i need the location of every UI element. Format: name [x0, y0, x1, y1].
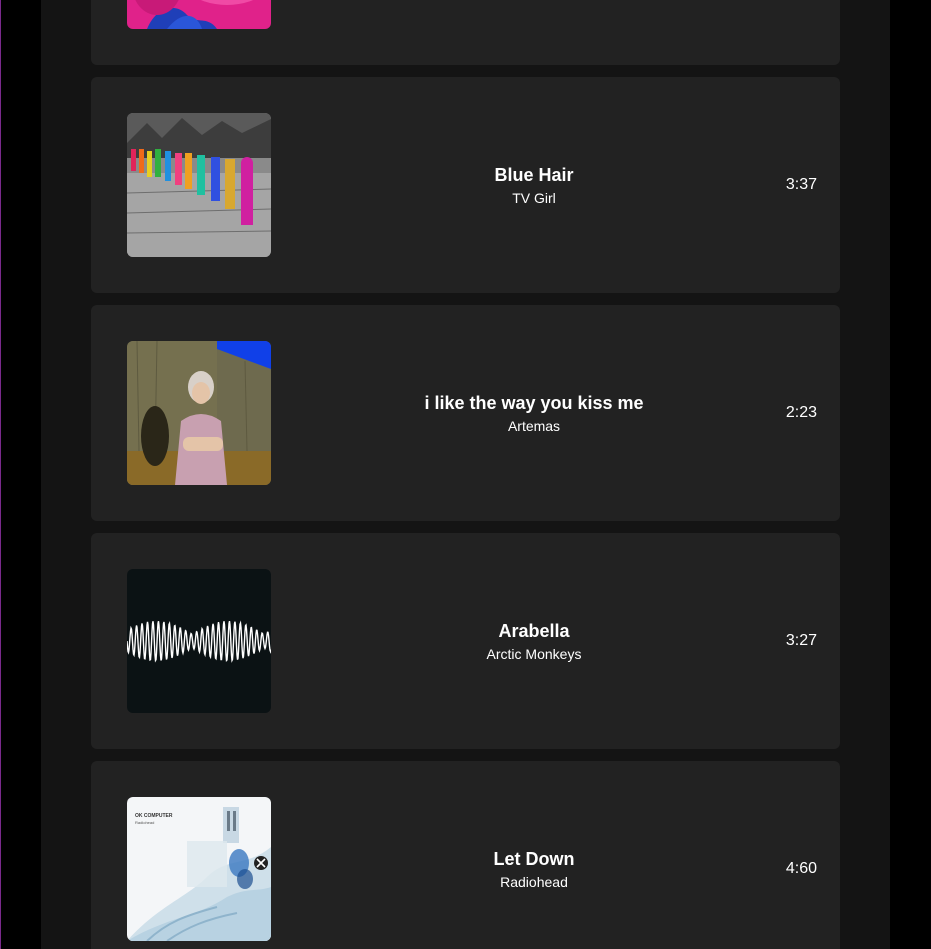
- track-card[interactable]: Blue Hair TV Girl 3:37: [91, 77, 840, 293]
- album-art: [127, 569, 271, 713]
- track-card[interactable]: Arabella Arctic Monkeys 3:27: [91, 533, 840, 749]
- track-info: [327, 0, 741, 65]
- track-title: i like the way you kiss me: [424, 392, 644, 413]
- track-card[interactable]: i like the way you kiss me Artemas 2:23: [91, 305, 840, 521]
- track-duration: 3:37: [785, 176, 817, 193]
- track-list: Blue Hair TV Girl 3:37 i like the way yo…: [91, 0, 840, 949]
- track-info: Let Down Radiohead: [327, 761, 741, 949]
- track-title: Let Down: [493, 848, 575, 869]
- ok-computer-cover-art-icon: OK COMPUTER Radiohead: [127, 797, 271, 941]
- track-duration: 3:27: [785, 632, 817, 649]
- album-art: [127, 0, 271, 29]
- track-artist: Artemas: [507, 417, 561, 434]
- window-edge: [0, 0, 1, 949]
- album-art: [127, 113, 271, 257]
- track-card[interactable]: [91, 0, 840, 65]
- track-title: Blue Hair: [494, 164, 574, 185]
- soundwave-cover-art-icon: [127, 569, 271, 713]
- track-info: Arabella Arctic Monkeys: [327, 533, 741, 749]
- album-art: OK COMPUTER Radiohead: [127, 797, 271, 941]
- cover-artist-text: Radiohead: [135, 820, 154, 825]
- girl-by-wall-cover-art-icon: [127, 341, 271, 485]
- track-duration: 4:60: [785, 860, 817, 877]
- track-title: Arabella: [498, 620, 570, 641]
- track-artist: Radiohead: [500, 873, 568, 890]
- track-duration: 2:23: [785, 404, 817, 421]
- track-info: i like the way you kiss me Artemas: [327, 305, 741, 521]
- track-artist: Arctic Monkeys: [486, 645, 582, 662]
- pink-blue-cover-art-icon: [127, 0, 271, 29]
- track-info: Blue Hair TV Girl: [327, 77, 741, 293]
- playlist-panel[interactable]: Blue Hair TV Girl 3:37 i like the way yo…: [41, 0, 890, 949]
- track-card[interactable]: OK COMPUTER Radiohead Let Down Radiohead…: [91, 761, 840, 949]
- rainbow-dancers-cover-art-icon: [127, 113, 271, 257]
- album-art: [127, 341, 271, 485]
- track-artist: TV Girl: [512, 189, 556, 206]
- cover-title-text: OK COMPUTER: [135, 813, 173, 819]
